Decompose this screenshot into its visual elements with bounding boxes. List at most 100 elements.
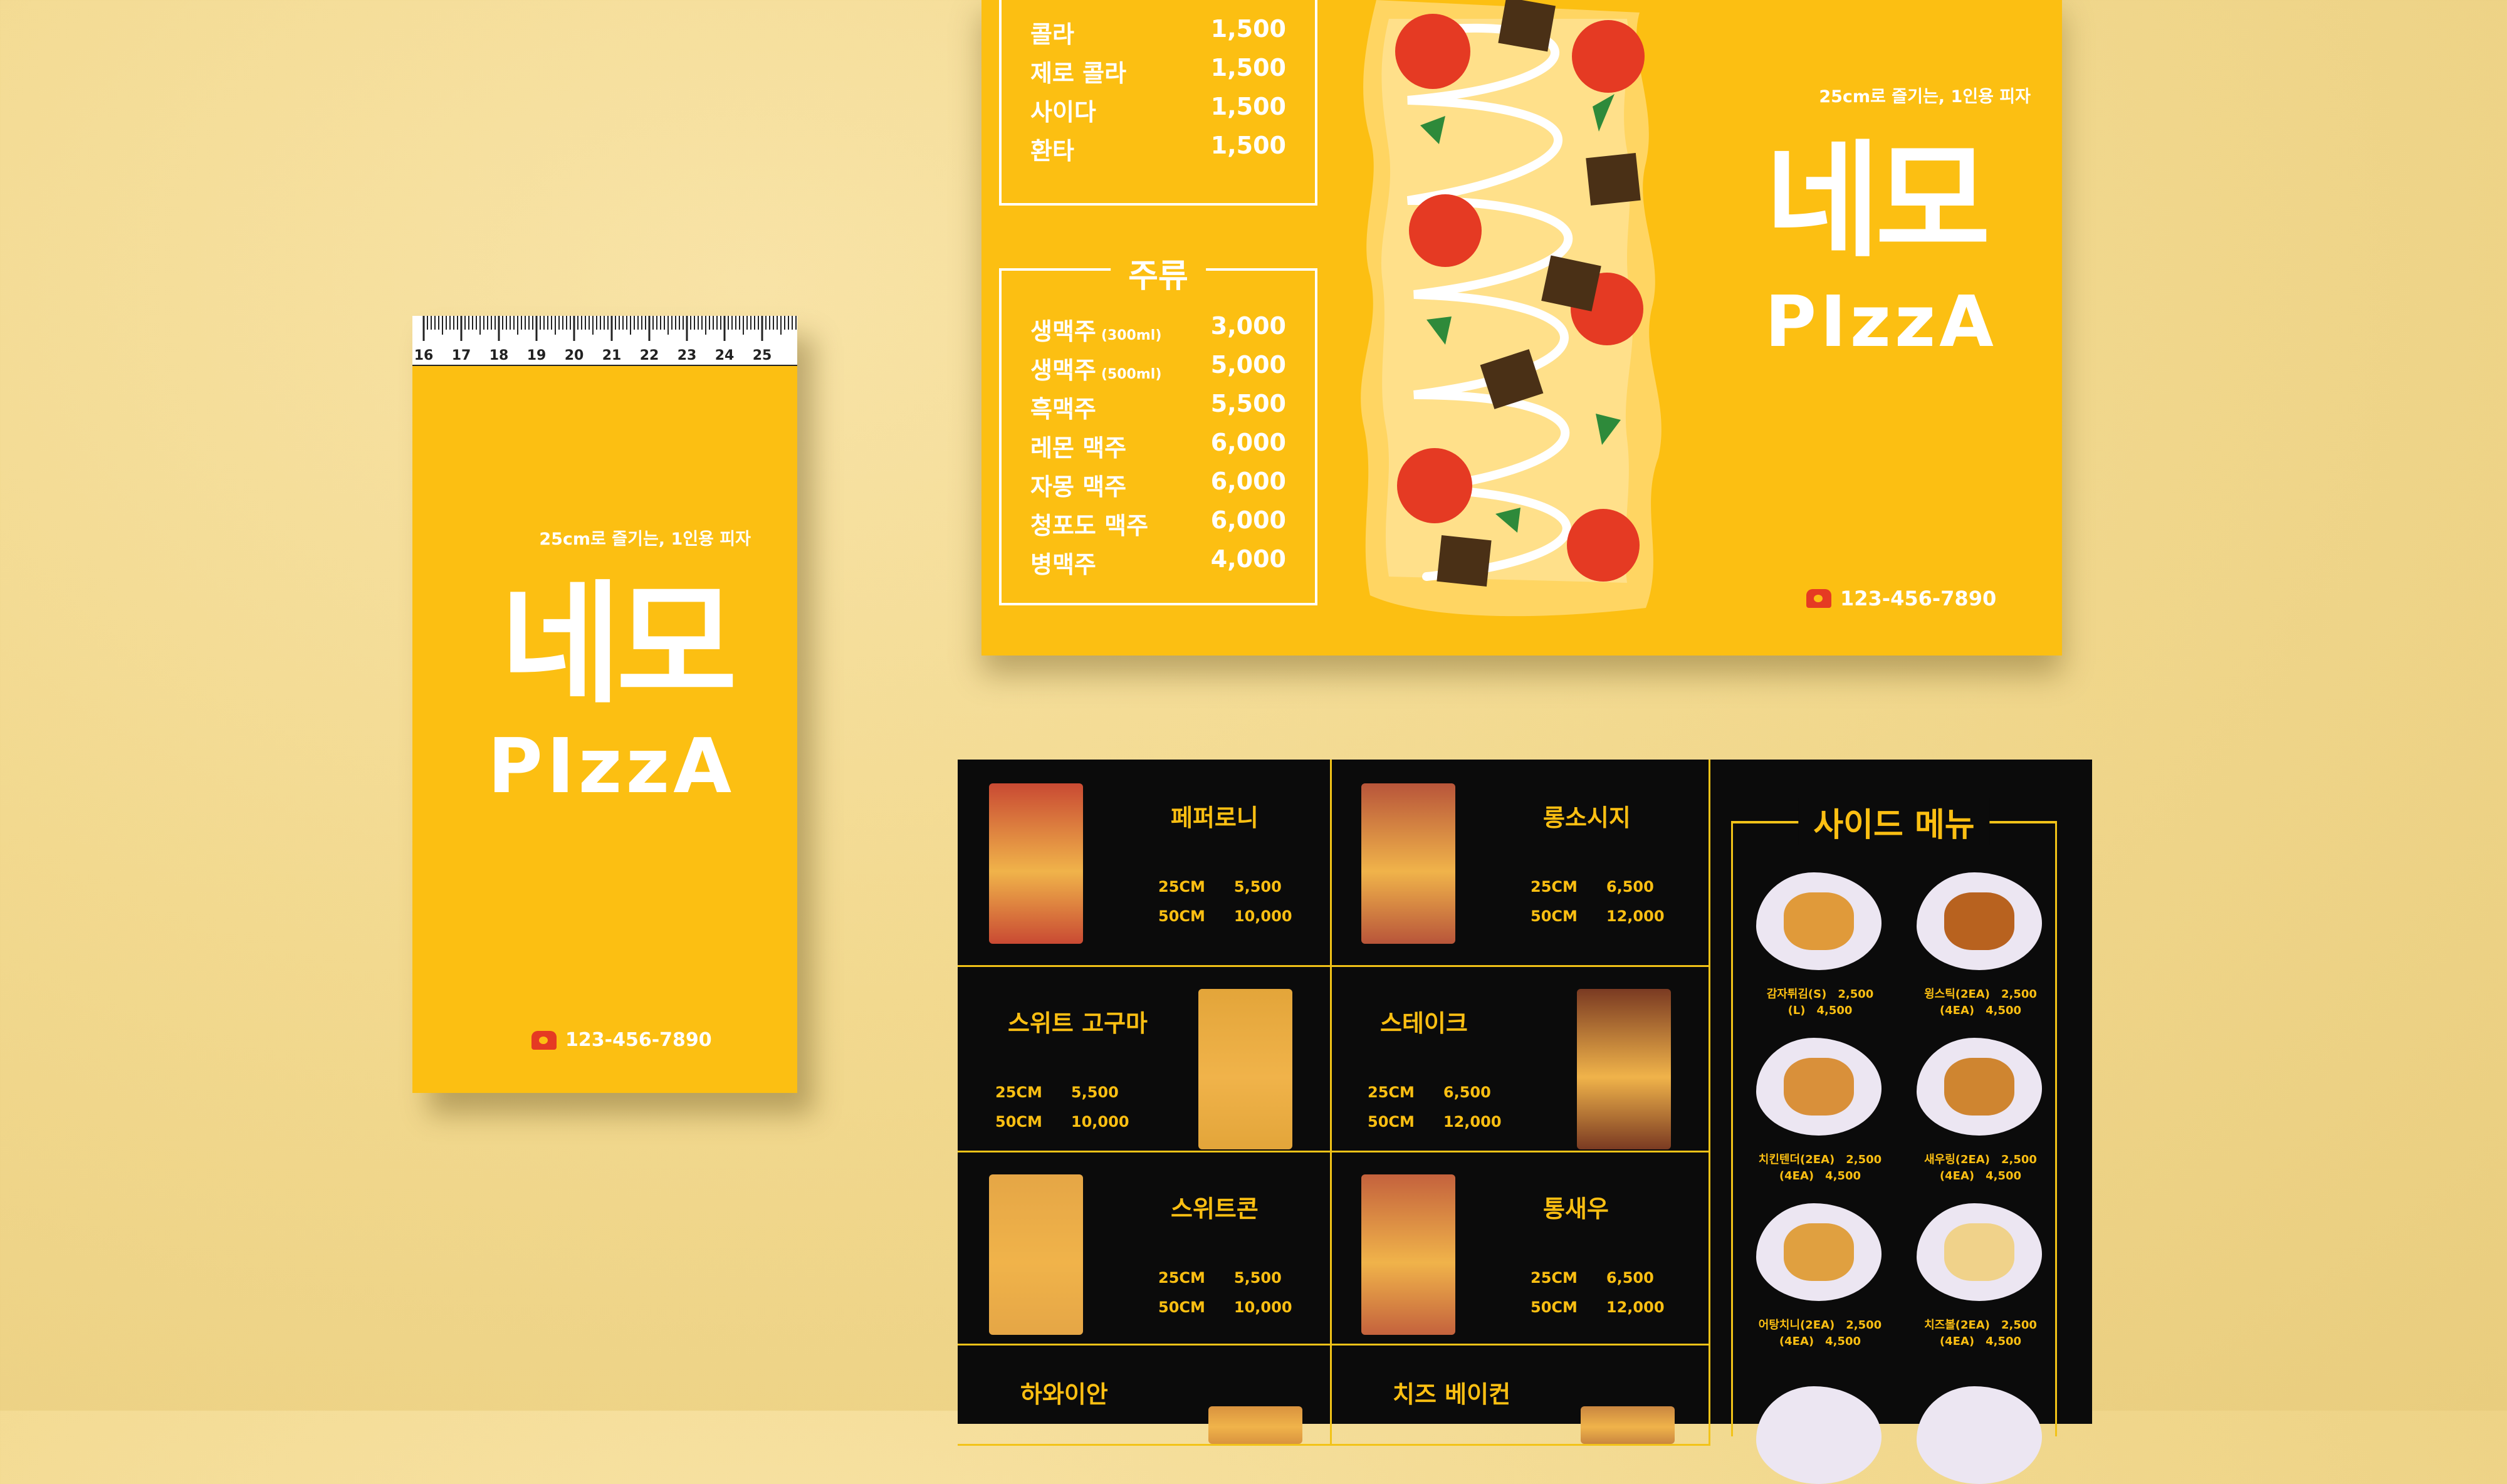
alcohol-row: 생맥주 (500ml) 5,000	[1030, 351, 1286, 385]
side-price-row: 치킨텐더(2EA) 2,500	[1745, 1152, 1895, 1168]
side-item-name: 치즈볼(2EA)	[1924, 1319, 1990, 1332]
side-item-price: 2,500	[2001, 1319, 2037, 1332]
side-item-name: (4EA)	[1779, 1169, 1814, 1183]
ruler-number: 25	[753, 348, 772, 363]
size-price-row: 25CM 6,500	[1531, 1263, 1675, 1293]
size-label: 25CM	[995, 1084, 1042, 1101]
ruler-number: 21	[602, 348, 622, 363]
side-price-row: 치즈볼(2EA) 2,500	[1905, 1317, 2056, 1334]
size-label: 25CM	[1531, 1269, 1578, 1287]
drink-name: 제로 콜라	[1030, 60, 1127, 87]
side-price-row: (4EA) 4,500	[1745, 1334, 1895, 1350]
drink-row: 환타 1,500	[1030, 132, 1286, 166]
alcohol-price: 3,000	[1210, 312, 1286, 340]
size-price: 10,000	[1233, 907, 1292, 925]
size-label: 50CM	[1531, 907, 1578, 925]
side-dish-food	[1784, 1223, 1854, 1281]
ruler-number: 20	[565, 348, 584, 363]
ruler-strip: 16 17 18 19 20 21 22 23 24 25	[412, 316, 797, 366]
pizza-slice-photo	[989, 1174, 1083, 1335]
size-price: 12,000	[1443, 1113, 1502, 1131]
alcohol-row: 생맥주 (300ml) 3,000	[1030, 312, 1286, 347]
size-price-row: 50CM 10,000	[1158, 1293, 1303, 1322]
alcohol-row: 병맥주 4,000	[1030, 545, 1286, 580]
pizza-menu-cell[interactable]: 페퍼로니 25CM 5,500 50CM 10,000	[958, 760, 1332, 967]
side-item-price: 4,500	[1825, 1335, 1861, 1348]
size-price: 5,500	[1233, 1269, 1282, 1287]
side-item-name: 윙스틱(2EA)	[1924, 988, 1990, 1001]
side-item-name: 감자튀김(S)	[1766, 988, 1827, 1001]
drink-price: 1,500	[1210, 132, 1286, 159]
side-menu-label: 치즈볼(2EA) 2,500 (4EA) 4,500	[1905, 1317, 2056, 1350]
size-label: 50CM	[1368, 1113, 1415, 1131]
pizza-slice-photo	[1577, 989, 1671, 1149]
size-price: 5,500	[1233, 878, 1282, 896]
size-price: 10,000	[1233, 1298, 1292, 1316]
pizza-menu-cell[interactable]: 롱소시지 25CM 6,500 50CM 12,000	[1330, 760, 1710, 967]
pizza-name: 롱소시지	[1543, 804, 1631, 832]
alcohol-name: 레몬 맥주	[1030, 434, 1127, 462]
pizza-slice-photo	[989, 783, 1083, 944]
ruler-number: 16	[414, 348, 434, 363]
pizza-menu-cell[interactable]: 스위트콘 25CM 5,500 50CM 10,000	[958, 1151, 1332, 1346]
alcohol-name: 청포도 맥주	[1030, 512, 1149, 540]
side-item-price: 4,500	[1986, 1004, 2022, 1017]
card-phone: 123-456-7890	[531, 1029, 712, 1051]
card-brand-korean: 네모	[500, 568, 737, 721]
side-menu-label: 감자튀김(S) 2,500 (L) 4,500	[1745, 986, 1895, 1019]
side-item-price: 2,500	[1838, 988, 1874, 1001]
size-price: 12,000	[1606, 1298, 1665, 1316]
side-price-row: 감자튀김(S) 2,500	[1745, 986, 1895, 1003]
card-brand-latin: PIzzA	[488, 723, 736, 810]
pizza-slice-photo	[1581, 1406, 1675, 1444]
drink-row: 사이다 1,500	[1030, 93, 1286, 127]
alcohol-row: 레몬 맥주 6,000	[1030, 429, 1286, 463]
side-item-price: 2,500	[2001, 1153, 2037, 1166]
size-price: 5,500	[1070, 1084, 1119, 1101]
side-price-row: (4EA) 4,500	[1905, 1003, 2056, 1019]
pizza-name: 하와이안	[1020, 1381, 1108, 1408]
pizza-menu-cell[interactable]: 스테이크 25CM 6,500 50CM 12,000	[1330, 965, 1710, 1152]
side-price-row: 윙스틱(2EA) 2,500	[1905, 986, 2056, 1003]
alcohol-price: 6,000	[1210, 429, 1286, 456]
size-price-row: 50CM 10,000	[1158, 902, 1303, 931]
drink-row: 콜라 1,500	[1030, 15, 1286, 50]
size-label: 50CM	[995, 1113, 1042, 1131]
side-menu-label: 어탕치니(2EA) 2,500 (4EA) 4,500	[1745, 1317, 1895, 1350]
size-label: 25CM	[1368, 1084, 1415, 1101]
pizza-menu-cell[interactable]: 하와이안	[958, 1344, 1332, 1446]
side-item-name: 치킨텐더(2EA)	[1758, 1153, 1835, 1166]
pizza-name: 치즈 베이컨	[1393, 1381, 1511, 1408]
drink-name: 환타	[1030, 137, 1074, 165]
alcohol-name: 생맥주 (300ml)	[1030, 318, 1162, 345]
side-price-row: 새우링(2EA) 2,500	[1905, 1152, 2056, 1168]
alcohol-name: 자몽 맥주	[1030, 473, 1127, 501]
pizza-prices: 25CM 6,500 50CM 12,000	[1531, 1263, 1675, 1322]
size-label: 50CM	[1158, 1298, 1205, 1316]
size-label: 25CM	[1531, 878, 1578, 896]
alcohol-row: 자몽 맥주 6,000	[1030, 468, 1286, 502]
size-price-row: 50CM 10,000	[995, 1107, 1140, 1137]
alcohol-price: 5,500	[1210, 390, 1286, 417]
side-menu-label: 윙스틱(2EA) 2,500 (4EA) 4,500	[1905, 986, 2056, 1019]
pizza-menu-cell[interactable]: 스위트 고구마 25CM 5,500 50CM 10,000	[958, 965, 1332, 1152]
side-item-price: 2,500	[2001, 988, 2037, 1001]
size-label: 25CM	[1158, 878, 1205, 896]
pizza-name: 스위트 고구마	[1008, 1010, 1148, 1037]
side-dish-food	[1784, 1058, 1854, 1116]
alcohol-price: 6,000	[1210, 468, 1286, 495]
side-price-row: (L) 4,500	[1745, 1003, 1895, 1019]
side-price-row: (4EA) 4,500	[1905, 1168, 2056, 1184]
drink-price: 1,500	[1210, 15, 1286, 43]
soft-drinks-box: 콜라 1,500 제로 콜라 1,500 사이다 1,500 환타 1,500	[999, 0, 1317, 206]
pizza-menu-cell[interactable]: 치즈 베이컨	[1330, 1344, 1710, 1446]
ruler-graphic: 16 17 18 19 20 21 22 23 24 25	[414, 316, 797, 363]
telephone-icon	[1806, 589, 1831, 608]
side-dish-food	[1944, 892, 2014, 950]
size-price: 6,500	[1606, 878, 1654, 896]
pizza-slice-photo	[1361, 783, 1455, 944]
pizza-menu-cell[interactable]: 통새우 25CM 6,500 50CM 12,000	[1330, 1151, 1710, 1346]
side-price-row: (4EA) 4,500	[1745, 1168, 1895, 1184]
side-price-row: 어탕치니(2EA) 2,500	[1745, 1317, 1895, 1334]
alcohol-volume: (500ml)	[1101, 367, 1162, 382]
